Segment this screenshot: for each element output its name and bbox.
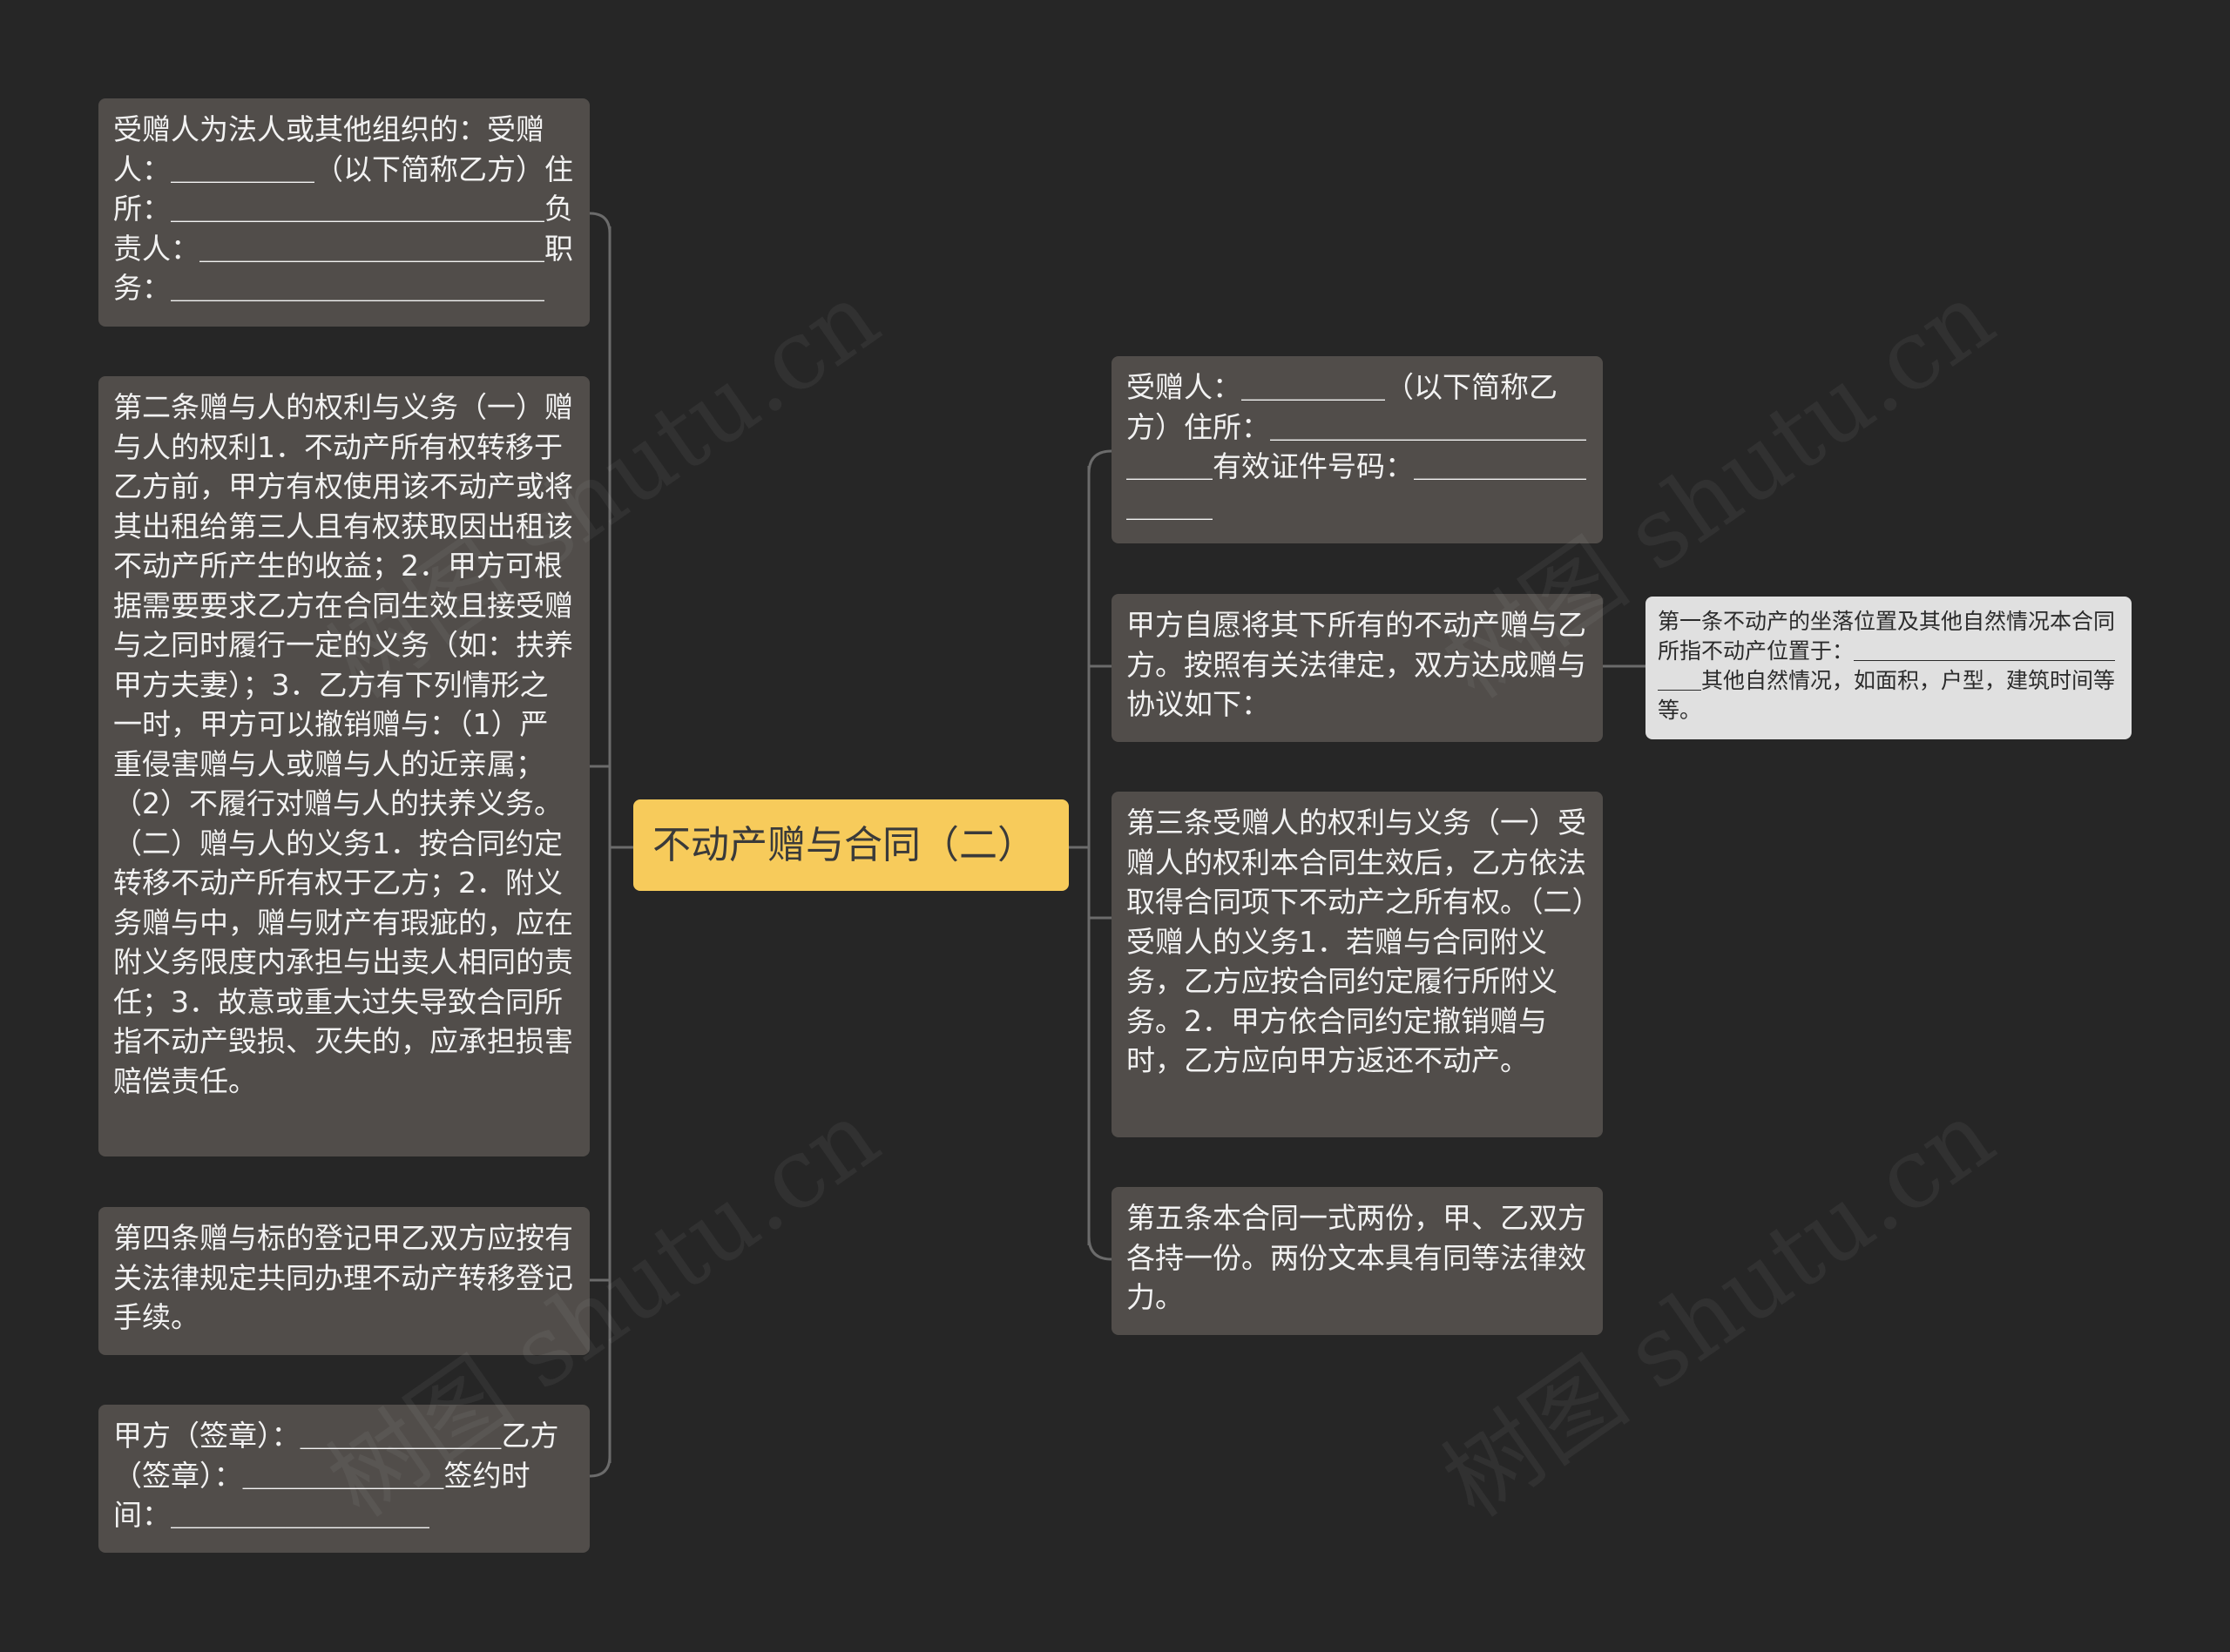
- root-node[interactable]: 不动产赠与合同（二）: [633, 799, 1069, 891]
- left-node-donor-rights[interactable]: 第二条赠与人的权利与义务（一）赠与人的权利1．不动产所有权转移于乙方前，甲方有权…: [98, 376, 590, 1156]
- left-node-signatures[interactable]: 甲方（签章）：＿＿＿＿＿＿＿乙方（签章）：＿＿＿＿＿＿＿签约时间：＿＿＿＿＿＿＿…: [98, 1405, 590, 1553]
- connector-right-4: [1087, 1236, 1112, 1261]
- right-node-recipient-rights[interactable]: 第三条受赠人的权利与义务（一）受赠人的权利本合同生效后，乙方依法取得合同项下不动…: [1112, 792, 1603, 1137]
- left-node-registration[interactable]: 第四条赠与标的登记甲乙双方应按有关法律规定共同办理不动产转移登记手续。: [98, 1207, 590, 1355]
- right-node-recipient[interactable]: 受赠人：＿＿＿＿＿（以下简称乙方）住所：＿＿＿＿＿＿＿＿＿＿＿＿＿＿有效证件号码…: [1112, 356, 1603, 543]
- sub-node-property-location[interactable]: 第一条不动产的坐落位置及其他自然情况本合同所指不动产位置于：＿＿＿＿＿＿＿＿＿＿…: [1645, 597, 2132, 739]
- left-node-recipient-org[interactable]: 受赠人为法人或其他组织的：受赠人：＿＿＿＿＿（以下简称乙方）住所：＿＿＿＿＿＿＿…: [98, 98, 590, 327]
- mindmap-canvas: 受赠人为法人或其他组织的：受赠人：＿＿＿＿＿（以下简称乙方）住所：＿＿＿＿＿＿＿…: [0, 0, 2230, 1652]
- connector-left-4: [589, 1455, 612, 1478]
- connector-left-1: [589, 212, 612, 234]
- right-node-copies[interactable]: 第五条本合同一式两份，甲、乙双方各持一份。两份文本具有同等法律效力。: [1112, 1187, 1603, 1335]
- connector-right-1: [1087, 449, 1112, 475]
- right-node-agreement[interactable]: 甲方自愿将其下所有的不动产赠与乙方。按照有关法律定，双方达成赠与协议如下：: [1112, 594, 1603, 742]
